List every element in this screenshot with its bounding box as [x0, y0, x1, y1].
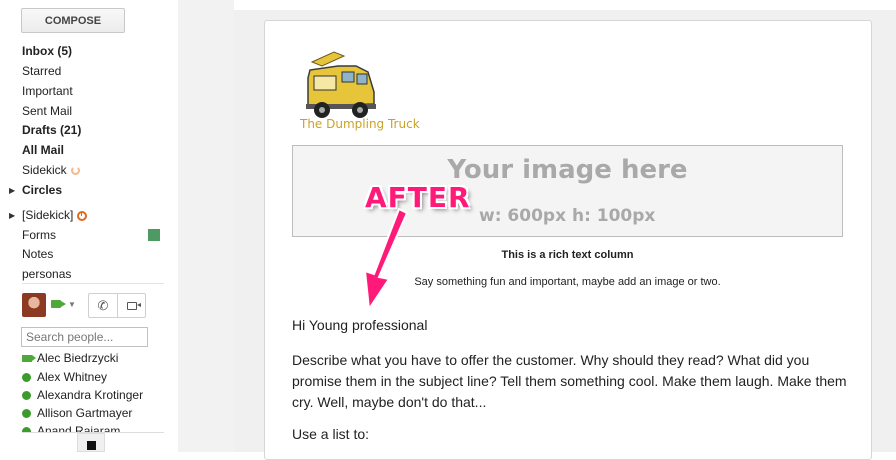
- divider: [22, 283, 164, 284]
- video-call-button[interactable]: [117, 293, 146, 318]
- search-people-input[interactable]: [21, 327, 148, 347]
- video-status-icon[interactable]: [51, 300, 66, 308]
- contact-name: Anand Rajaram: [37, 424, 121, 432]
- contact-item[interactable]: Alexandra Krotinger: [22, 388, 143, 402]
- nav-circles[interactable]: Circles: [22, 183, 62, 198]
- contact-item[interactable]: Alec Biedrzycki: [22, 351, 118, 365]
- nav-sidekick-label: Sidekick: [22, 163, 67, 177]
- nav-drafts[interactable]: Drafts (21): [22, 123, 81, 138]
- nav-forms[interactable]: Forms: [22, 228, 56, 243]
- contact-item[interactable]: Allison Gartmayer: [22, 406, 132, 420]
- loading-spinner-icon: [70, 166, 80, 176]
- nav-inbox[interactable]: Inbox (5): [22, 44, 72, 59]
- contact-item[interactable]: Anand Rajaram: [22, 424, 120, 432]
- nav-starred[interactable]: Starred: [22, 64, 61, 79]
- compose-button[interactable]: COMPOSE: [21, 8, 125, 33]
- gmail-sidebar: COMPOSE Inbox (5) Starred Important Sent…: [0, 0, 178, 452]
- contact-name: Allison Gartmayer: [37, 406, 133, 420]
- contact-name: Alec Biedrzycki: [37, 351, 119, 365]
- placeholder-dimensions: w: 600px h: 100px: [479, 206, 656, 226]
- nav-sidekick-label-folder[interactable]: [Sidekick]: [22, 208, 88, 223]
- email-body-paragraph: Describe what you have to offer the cust…: [292, 352, 847, 410]
- online-status-icon: [22, 391, 31, 400]
- phone-icon: ✆: [97, 297, 109, 313]
- clock-icon: [77, 210, 88, 221]
- gutter: [178, 0, 234, 452]
- nav-notes[interactable]: Notes: [22, 247, 53, 262]
- logo-text: The Dumpling Truck: [300, 117, 420, 131]
- email-greeting: Hi Young professional: [292, 317, 428, 333]
- contact-name: Alexandra Krotinger: [37, 388, 144, 402]
- rich-text-title: This is a rich text column: [501, 249, 634, 261]
- sidekick-label-text: [Sidekick]: [22, 208, 74, 222]
- online-status-icon: [22, 373, 31, 382]
- chevron-down-icon[interactable]: ▼: [68, 300, 76, 309]
- phone-call-button[interactable]: ✆: [88, 293, 117, 318]
- rich-text-subtitle: Say something fun and important, maybe a…: [414, 276, 721, 288]
- nav-sidekick[interactable]: Sidekick: [22, 163, 80, 178]
- nav-important[interactable]: Important: [22, 84, 73, 99]
- nav-all-mail[interactable]: All Mail: [22, 143, 64, 158]
- online-status-icon: [22, 409, 31, 418]
- nav-sent-mail[interactable]: Sent Mail: [22, 104, 72, 119]
- contact-item[interactable]: Alex Whitney: [22, 370, 107, 384]
- contact-name: Alex Whitney: [37, 370, 108, 384]
- chat-tab-icon: [87, 441, 96, 450]
- video-status-icon: [22, 355, 36, 362]
- video-camera-icon: [126, 301, 141, 310]
- list-intro: Use a list to:: [292, 426, 370, 442]
- label-color-swatch[interactable]: [148, 229, 160, 241]
- nav-personas[interactable]: personas: [22, 267, 71, 282]
- expand-arrow-icon[interactable]: ▶: [9, 211, 15, 220]
- avatar[interactable]: [22, 293, 46, 317]
- expand-arrow-icon[interactable]: ▶: [9, 186, 15, 195]
